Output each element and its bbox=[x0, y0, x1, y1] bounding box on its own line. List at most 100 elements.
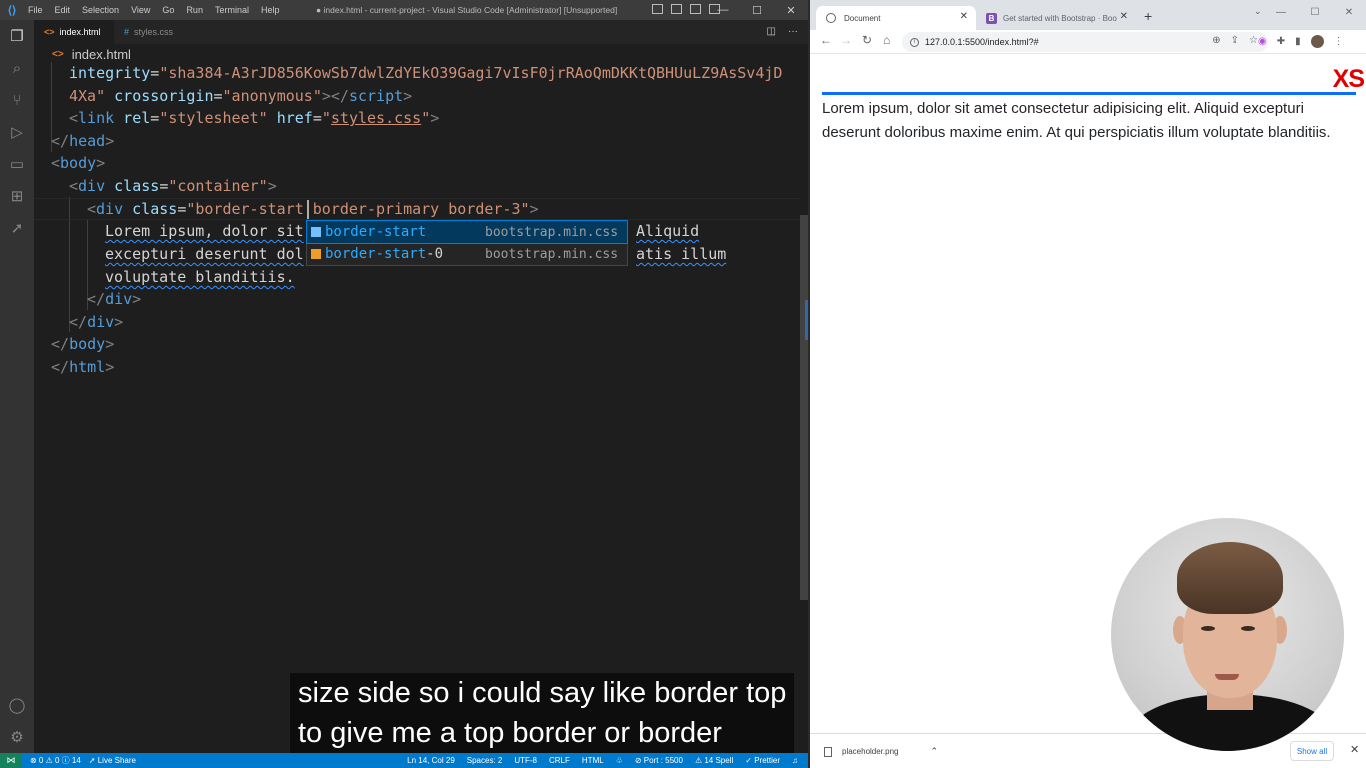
split-editor-icon[interactable]: ◫ bbox=[767, 26, 776, 37]
code-link[interactable]: styles.css bbox=[331, 109, 421, 127]
run-debug-icon[interactable]: ▷ bbox=[7, 122, 27, 142]
prettier-status[interactable]: ✓ Prettier bbox=[745, 756, 780, 765]
browser-tab-bootstrap[interactable]: B Get started with Bootstrap · Boo ✕ bbox=[976, 6, 1136, 30]
side-panel-icon[interactable]: ▮ bbox=[1295, 36, 1301, 47]
back-icon[interactable]: ← bbox=[820, 33, 832, 47]
code-editor[interactable]: integrity="sha384-A3rJD856KowSb7dwlZdYEk… bbox=[34, 62, 800, 752]
extensions-icon[interactable]: ⊞ bbox=[7, 186, 27, 206]
more-actions-icon[interactable]: ··· bbox=[788, 26, 798, 37]
language-mode[interactable]: HTML bbox=[582, 756, 604, 765]
indentation[interactable]: Spaces: 2 bbox=[467, 756, 503, 765]
problems-indicator[interactable]: ⊗ 0 ⚠ 0 ⓘ 14 bbox=[30, 755, 81, 766]
toggle-sidebar-icon[interactable] bbox=[652, 4, 663, 14]
search-icon[interactable]: ⌕ bbox=[7, 58, 27, 78]
close-icon[interactable]: ✕ bbox=[774, 0, 808, 20]
chrome-menu-icon[interactable]: ⋮ bbox=[1334, 36, 1344, 47]
source-control-icon[interactable]: ⑂ bbox=[7, 90, 27, 110]
webcam-overlay bbox=[1111, 518, 1344, 751]
feedback-icon[interactable]: ♧ bbox=[616, 756, 623, 765]
code-token: "stylesheet" bbox=[159, 109, 268, 127]
download-item[interactable]: placeholder.png ⌃ bbox=[824, 746, 938, 757]
spell-checker[interactable]: ⚠ 14 Spell bbox=[695, 756, 733, 765]
menu-view[interactable]: View bbox=[131, 5, 150, 15]
line-ending[interactable]: CRLF bbox=[549, 756, 570, 765]
code-token: integrity bbox=[69, 64, 151, 82]
close-tab-icon[interactable]: ✕ bbox=[1120, 11, 1128, 22]
menu-help[interactable]: Help bbox=[261, 5, 280, 15]
site-info-icon[interactable]: i bbox=[910, 37, 919, 47]
code-token: "container" bbox=[168, 177, 268, 195]
autocomplete-widget: border-start bootstrap.min.css border-st… bbox=[306, 220, 628, 266]
css-class-icon bbox=[311, 227, 321, 237]
code-token: div bbox=[87, 313, 115, 331]
share-icon[interactable]: ⇪ bbox=[1231, 35, 1239, 46]
css-file-icon: # bbox=[124, 27, 130, 37]
encoding[interactable]: UTF-8 bbox=[514, 756, 537, 765]
tab-index-html[interactable]: <> index.html bbox=[34, 20, 114, 44]
code-line-9: excepturi deserunt dol bbox=[105, 243, 304, 265]
remote-explorer-icon[interactable]: ▭ bbox=[7, 154, 27, 174]
new-tab-icon[interactable]: + bbox=[1144, 8, 1152, 24]
live-server-port[interactable]: ⊘ Port : 5500 bbox=[635, 756, 683, 765]
code-token: = bbox=[312, 109, 322, 127]
close-icon[interactable]: ✕ bbox=[1332, 0, 1366, 24]
minimize-icon[interactable]: — bbox=[706, 0, 740, 20]
chevron-up-icon[interactable]: ⌃ bbox=[931, 746, 939, 757]
address-bar[interactable]: i 127.0.0.1:5500/index.html?# ⊕ ⇪ ☆ bbox=[902, 32, 1268, 52]
presenter-mouth bbox=[1215, 674, 1239, 680]
code-token: < bbox=[69, 177, 79, 195]
code-token: excepturi deserunt dol bbox=[105, 245, 304, 263]
menu-file[interactable]: File bbox=[28, 5, 43, 15]
suggestion-item[interactable]: border-start bootstrap.min.css bbox=[306, 220, 628, 244]
browser-tab-document[interactable]: Document ✕ bbox=[816, 6, 976, 30]
vscode-logo-icon: ⟨⟩ bbox=[7, 4, 17, 17]
close-download-bar-icon[interactable]: ✕ bbox=[1350, 743, 1359, 756]
code-token: body bbox=[69, 335, 106, 353]
suggestion-rest: -0 bbox=[426, 246, 444, 262]
maximize-icon[interactable]: ☐ bbox=[1298, 0, 1332, 24]
toggle-secondary-sidebar-icon[interactable] bbox=[690, 4, 701, 14]
home-icon[interactable]: ⌂ bbox=[883, 33, 890, 47]
live-share-status[interactable]: ➚ Live Share bbox=[89, 756, 136, 765]
code-line-6: <div class="container"> bbox=[69, 175, 277, 197]
live-share-icon[interactable]: ➚ bbox=[7, 218, 27, 238]
tab-search-icon[interactable]: ⌄ bbox=[1254, 6, 1262, 17]
menu-go[interactable]: Go bbox=[162, 5, 174, 15]
extension-icons: ◉ ✚ ▮ ⋮ bbox=[1258, 35, 1344, 48]
browser-window-controls: — ☐ ✕ bbox=[1264, 0, 1366, 24]
extension-icon[interactable]: ◉ bbox=[1258, 36, 1267, 47]
remote-indicator-icon[interactable]: ⋈ bbox=[0, 753, 22, 768]
puzzle-extensions-icon[interactable]: ✚ bbox=[1277, 36, 1285, 47]
files-icon[interactable]: ❐ bbox=[7, 26, 27, 46]
scrollbar-thumb[interactable] bbox=[800, 215, 808, 600]
code-line-12: </div> bbox=[69, 311, 123, 333]
menu-run[interactable]: Run bbox=[186, 5, 203, 15]
activity-bar: ❐ ⌕ ⑂ ▷ ▭ ⊞ ➚ ◯ ⚙ bbox=[0, 20, 34, 753]
code-token: rel bbox=[114, 109, 151, 127]
forward-icon[interactable]: → bbox=[840, 33, 852, 47]
cursor-position[interactable]: Ln 14, Col 29 bbox=[407, 756, 455, 765]
menu-selection[interactable]: Selection bbox=[82, 5, 119, 15]
maximize-icon[interactable]: ☐ bbox=[740, 0, 774, 20]
reload-icon[interactable]: ↻ bbox=[862, 33, 872, 47]
code-token: "anonymous" bbox=[222, 87, 322, 105]
toggle-panel-icon[interactable] bbox=[671, 4, 682, 14]
suggestion-item[interactable]: border-start-0 bootstrap.min.css bbox=[307, 243, 627, 265]
code-token: div bbox=[105, 290, 133, 308]
breadcrumb-file[interactable]: index.html bbox=[72, 47, 131, 62]
browser-tab-label: Get started with Bootstrap · Boo bbox=[1003, 13, 1117, 23]
zoom-icon[interactable]: ⊕ bbox=[1212, 35, 1220, 46]
tab-styles-css[interactable]: # styles.css bbox=[114, 20, 194, 44]
bookmark-star-icon[interactable]: ☆ bbox=[1249, 35, 1258, 46]
minimize-icon[interactable]: — bbox=[1264, 0, 1298, 24]
menu-edit[interactable]: Edit bbox=[55, 5, 71, 15]
spell-label: 14 Spell bbox=[704, 756, 734, 765]
accounts-icon[interactable]: ◯ bbox=[7, 695, 27, 715]
notifications-bell-icon[interactable]: ♫ bbox=[792, 756, 798, 765]
code-token: " bbox=[421, 109, 431, 127]
manage-gear-icon[interactable]: ⚙ bbox=[7, 727, 27, 747]
menu-terminal[interactable]: Terminal bbox=[215, 5, 249, 15]
close-tab-icon[interactable]: ✕ bbox=[960, 11, 968, 22]
profile-avatar[interactable] bbox=[1310, 35, 1324, 48]
code-token: > bbox=[105, 358, 115, 376]
